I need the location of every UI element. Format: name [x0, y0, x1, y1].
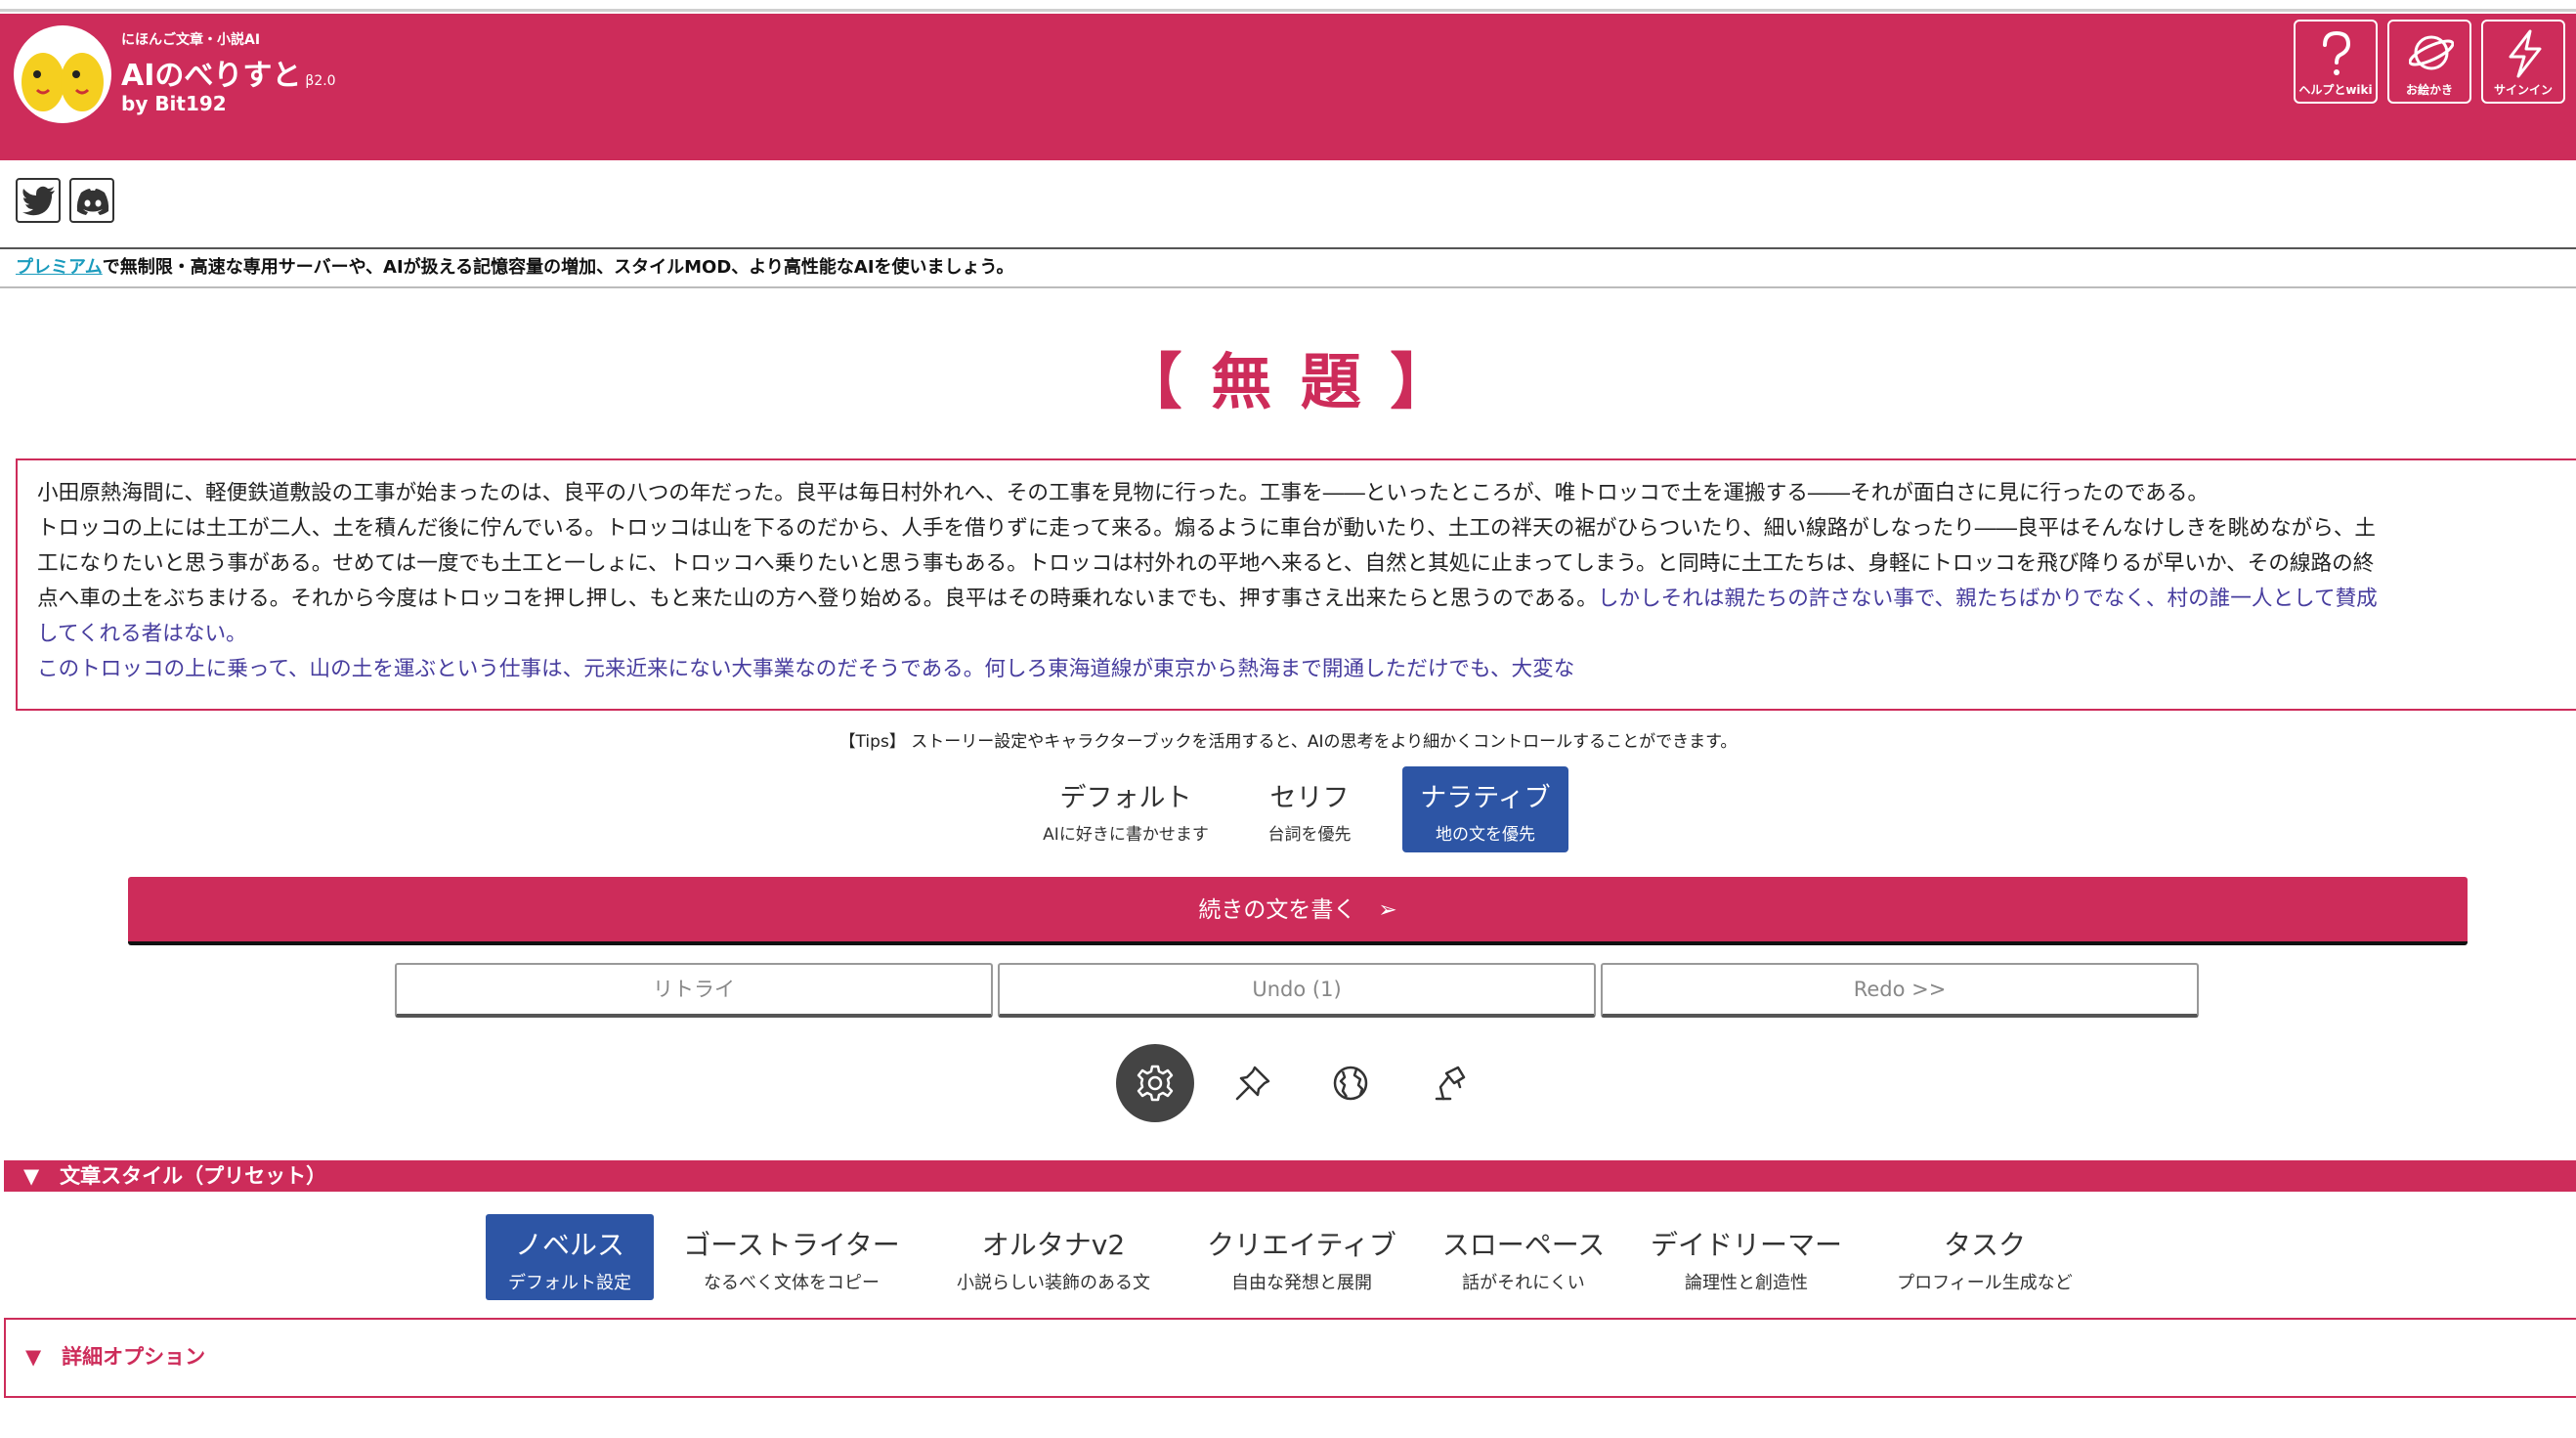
help-button[interactable]: ヘルプとwiki — [2294, 20, 2378, 104]
version-badge: β2.0 — [305, 73, 336, 89]
pin-icon — [1235, 1066, 1270, 1101]
app-header: にほんご文章・小説AI AIのべりすと β2.0 by Bit192 ヘルプとwi… — [0, 14, 2576, 160]
planet-icon — [2409, 35, 2454, 70]
promo-text: で無制限・高速な専用サーバーや、AIが扱える記憶容量の増加、スタイルMOD、より… — [102, 257, 1014, 278]
style-preset-section-header[interactable]: ▼ 文章スタイル（プリセット） — [4, 1160, 2576, 1192]
gear-icon — [1137, 1065, 1174, 1102]
signin-button[interactable]: サインイン — [2481, 20, 2565, 104]
brand-byline: by Bit192 — [121, 92, 227, 115]
discord-icon — [76, 189, 109, 215]
preset-task[interactable]: タスク プロフィール生成など — [1878, 1214, 2091, 1300]
drawing-button[interactable]: お絵かき — [2387, 20, 2471, 104]
continue-writing-button[interactable]: 続きの文を書く ➢ — [128, 877, 2468, 945]
undo-button[interactable]: Undo (1) — [998, 963, 1596, 1018]
social-links — [16, 178, 118, 223]
story-paragraph: トロッコの上には土工が二人、土を積んだ後に佇んでいる。トロッコは山を下るのだから… — [37, 516, 2378, 646]
brand-title[interactable]: AIのべりすと β2.0 — [121, 51, 336, 94]
redo-button[interactable]: Redo >> — [1601, 963, 2199, 1018]
retry-button[interactable]: リトライ — [395, 963, 993, 1018]
twitter-icon — [22, 186, 55, 216]
mode-dialogue[interactable]: セリフ 台詞を優先 — [1245, 766, 1374, 852]
globe-icon — [1333, 1066, 1368, 1101]
advanced-options-toggle[interactable]: ▼ 詳細オプション — [4, 1318, 2576, 1398]
brand-subtitle: にほんご文章・小説AI — [121, 32, 261, 48]
preset-slow-pace[interactable]: スローペース 話がそれにくい — [1431, 1214, 1616, 1300]
story-paragraph: 小田原熱海間に、軽便鉄道敷設の工事が始まったのは、良平の八つの年だった。良平は毎… — [37, 481, 2210, 505]
lamp-icon — [1435, 1066, 1466, 1101]
settings-button[interactable] — [1116, 1044, 1194, 1122]
ai-generated-text: このトロッコの上に乗って、山の土を運ぶという仕事は、元来近来にない大事業なのだそ… — [37, 657, 1575, 681]
logo-icon[interactable] — [14, 25, 111, 123]
preset-daydreamer[interactable]: デイドリーマー 論理性と創造性 — [1640, 1214, 1853, 1300]
twitter-button[interactable] — [16, 178, 61, 223]
question-icon — [2323, 30, 2351, 75]
preset-alterna-v2[interactable]: オルタナv2 小説らしい装飾のある文 — [938, 1214, 1169, 1300]
style-preset-list: ノベルス デフォルト設定 ゴーストライター なるべく文体をコピー オルタナv2 … — [0, 1214, 2576, 1302]
preset-ghostwriter[interactable]: ゴーストライター なるべく文体をコピー — [678, 1214, 905, 1300]
story-title[interactable]: 【 無 題 】 — [0, 332, 2576, 420]
story-text-editor[interactable]: 小田原熱海間に、軽便鉄道敷設の工事が始まったのは、良平の八つの年だった。良平は毎… — [16, 458, 2576, 711]
lightning-icon — [2509, 29, 2542, 78]
premium-link[interactable]: プレミアム — [16, 257, 103, 278]
mode-narrative[interactable]: ナラティブ 地の文を優先 — [1402, 766, 1568, 852]
lamp-button[interactable] — [1409, 1044, 1487, 1122]
tips-text: 【Tips】 ストーリー設定やキャラクターブックを活用すると、AIの思考をより細… — [838, 732, 1738, 752]
pin-button[interactable] — [1214, 1044, 1292, 1122]
preset-creative[interactable]: クリエイティブ 自由な発想と展開 — [1200, 1214, 1403, 1300]
story-paragraph: このトロッコの上に乗って、山の土を運ぶという仕事は、元来近来にない大事業なのだそ… — [37, 652, 2383, 687]
mode-default[interactable]: デフォルト AIに好きに書かせます — [1022, 766, 1229, 852]
preset-novels[interactable]: ノベルス デフォルト設定 — [486, 1214, 654, 1300]
discord-button[interactable] — [69, 178, 115, 223]
world-button[interactable] — [1311, 1044, 1390, 1122]
browser-top-border — [0, 0, 2576, 12]
premium-promo-bar: プレミアムで無制限・高速な専用サーバーや、AIが扱える記憶容量の増加、スタイルM… — [0, 247, 2576, 288]
